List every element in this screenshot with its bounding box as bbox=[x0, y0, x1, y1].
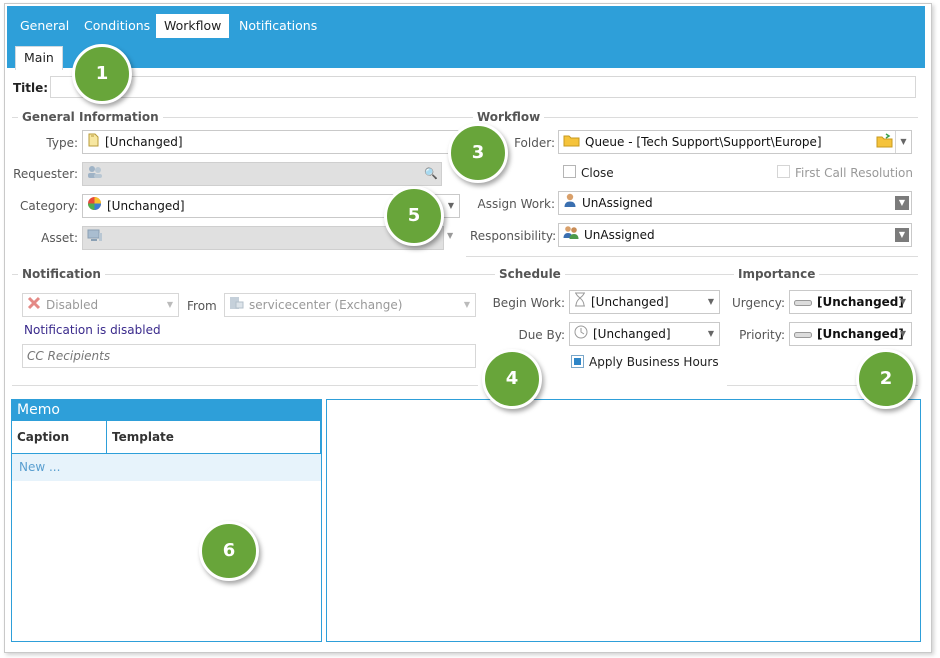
urgency-label: Urgency: bbox=[732, 296, 785, 310]
workflow-heading: Workflow bbox=[473, 110, 545, 124]
from-combo[interactable]: servicecenter (Exchange) ▼ bbox=[224, 293, 476, 317]
group-icon bbox=[563, 225, 579, 247]
memo-column-header: Caption Template bbox=[12, 421, 321, 454]
type-value: [Unchanged] bbox=[105, 135, 183, 149]
priority-label: Priority: bbox=[739, 328, 785, 342]
document-icon bbox=[87, 132, 100, 154]
title-label: Title: bbox=[13, 81, 49, 95]
memo-heading: Memo bbox=[12, 400, 321, 421]
category-label: Category: bbox=[20, 199, 78, 213]
responsibility-value: UnAssigned bbox=[584, 228, 655, 242]
requester-field[interactable]: 🔍 bbox=[82, 162, 442, 186]
notification-mode-combo[interactable]: Disabled ▼ bbox=[22, 293, 179, 317]
user-icon bbox=[563, 193, 577, 215]
chevron-down-icon[interactable]: ▼ bbox=[443, 195, 459, 217]
people-icon bbox=[87, 164, 103, 186]
memo-panel: Memo Caption Template New ... bbox=[11, 399, 322, 642]
notification-heading: Notification bbox=[18, 267, 105, 281]
computer-icon bbox=[87, 228, 103, 250]
callout-5: 5 bbox=[384, 186, 444, 246]
priority-combo[interactable]: [Unchanged] ▼ bbox=[789, 322, 912, 346]
general-info-heading: General Information bbox=[18, 110, 163, 124]
schedule-heading: Schedule bbox=[495, 267, 565, 281]
responsibility-chevron-icon[interactable]: ▼ bbox=[895, 228, 909, 242]
importance-heading: Importance bbox=[734, 267, 820, 281]
due-by-chevron-icon[interactable]: ▼ bbox=[703, 323, 719, 345]
tab-conditions[interactable]: Conditions bbox=[76, 14, 158, 38]
title-input[interactable] bbox=[50, 76, 916, 98]
folder-combo[interactable]: Queue - [Tech Support\Support\Europe] ▼ bbox=[558, 130, 912, 154]
mail-server-icon bbox=[229, 295, 244, 317]
caption-column-header[interactable]: Caption bbox=[12, 421, 107, 454]
urgency-chevron-icon[interactable]: ▼ bbox=[895, 291, 911, 313]
urgency-combo[interactable]: [Unchanged] ▼ bbox=[789, 290, 912, 314]
x-icon bbox=[27, 295, 41, 317]
callout-2: 2 bbox=[856, 349, 916, 409]
notification-chevron-icon[interactable]: ▼ bbox=[162, 294, 178, 316]
callout-3: 3 bbox=[448, 123, 508, 183]
assign-work-combo[interactable]: UnAssigned ▼ bbox=[558, 191, 912, 215]
priority-value: [Unchanged] bbox=[817, 327, 904, 341]
assign-work-label: Assign Work: bbox=[477, 197, 555, 211]
type-combo[interactable]: [Unchanged] bbox=[82, 130, 460, 154]
notification-mode-value: Disabled bbox=[46, 298, 99, 312]
due-by-combo[interactable]: [Unchanged] ▼ bbox=[569, 322, 720, 346]
subtab-main[interactable]: Main bbox=[15, 46, 63, 70]
business-hours-checkbox[interactable] bbox=[571, 355, 584, 368]
begin-work-label: Begin Work: bbox=[492, 296, 565, 310]
memo-editor[interactable] bbox=[326, 399, 921, 642]
responsibility-label: Responsibility: bbox=[470, 229, 557, 243]
search-icon[interactable]: 🔍 bbox=[423, 163, 439, 185]
due-by-label: Due By: bbox=[518, 328, 565, 342]
new-memo-row[interactable]: New ... bbox=[12, 454, 321, 481]
close-checkbox[interactable] bbox=[563, 165, 576, 178]
folder-browse-icon[interactable] bbox=[876, 133, 893, 153]
template-column-header[interactable]: Template bbox=[107, 421, 321, 454]
type-label: Type: bbox=[46, 136, 78, 150]
business-hours-label: Apply Business Hours bbox=[589, 355, 719, 369]
first-call-checkbox[interactable] bbox=[777, 165, 790, 178]
separator-notification-bottom bbox=[12, 385, 478, 386]
tab-workflow[interactable]: Workflow bbox=[156, 14, 230, 38]
hourglass-icon bbox=[574, 292, 586, 314]
pie-chart-icon bbox=[87, 196, 102, 218]
tab-notifications[interactable]: Notifications bbox=[231, 14, 325, 38]
category-value: [Unchanged] bbox=[107, 199, 185, 213]
from-label: From bbox=[187, 299, 217, 313]
urgency-value: [Unchanged] bbox=[817, 295, 904, 309]
notification-status-text: Notification is disabled bbox=[24, 323, 161, 337]
tab-strip: General Conditions Workflow Notification… bbox=[7, 6, 925, 70]
level-bar-icon bbox=[794, 324, 812, 346]
folder-value: Queue - [Tech Support\Support\Europe] bbox=[585, 135, 822, 149]
assign-work-value: UnAssigned bbox=[582, 196, 653, 210]
requester-label: Requester: bbox=[13, 167, 78, 181]
responsibility-combo[interactable]: UnAssigned ▼ bbox=[558, 223, 912, 247]
assign-work-chevron-icon[interactable]: ▼ bbox=[895, 196, 909, 210]
level-bar-icon bbox=[794, 292, 812, 314]
begin-work-chevron-icon[interactable]: ▼ bbox=[703, 291, 719, 313]
callout-6: 6 bbox=[199, 521, 259, 581]
folder-chevron-icon[interactable]: ▼ bbox=[895, 131, 911, 153]
callout-1: 1 bbox=[72, 44, 132, 104]
tab-general[interactable]: General bbox=[12, 14, 77, 38]
first-call-label: First Call Resolution bbox=[795, 166, 913, 180]
folder-icon bbox=[563, 132, 580, 154]
separator-workflow-bottom bbox=[466, 256, 918, 257]
clock-icon bbox=[574, 324, 588, 346]
priority-chevron-icon[interactable]: ▼ bbox=[895, 323, 911, 345]
due-by-value: [Unchanged] bbox=[593, 327, 671, 341]
asset-chevron-icon[interactable]: ▼ bbox=[447, 231, 453, 240]
begin-work-combo[interactable]: [Unchanged] ▼ bbox=[569, 290, 720, 314]
callout-4: 4 bbox=[482, 349, 542, 409]
close-label: Close bbox=[581, 166, 614, 180]
asset-label: Asset: bbox=[41, 231, 78, 245]
from-chevron-icon[interactable]: ▼ bbox=[459, 294, 475, 316]
begin-work-value: [Unchanged] bbox=[591, 295, 669, 309]
from-value: servicecenter (Exchange) bbox=[249, 298, 403, 312]
cc-recipients-input[interactable]: CC Recipients bbox=[22, 344, 476, 368]
